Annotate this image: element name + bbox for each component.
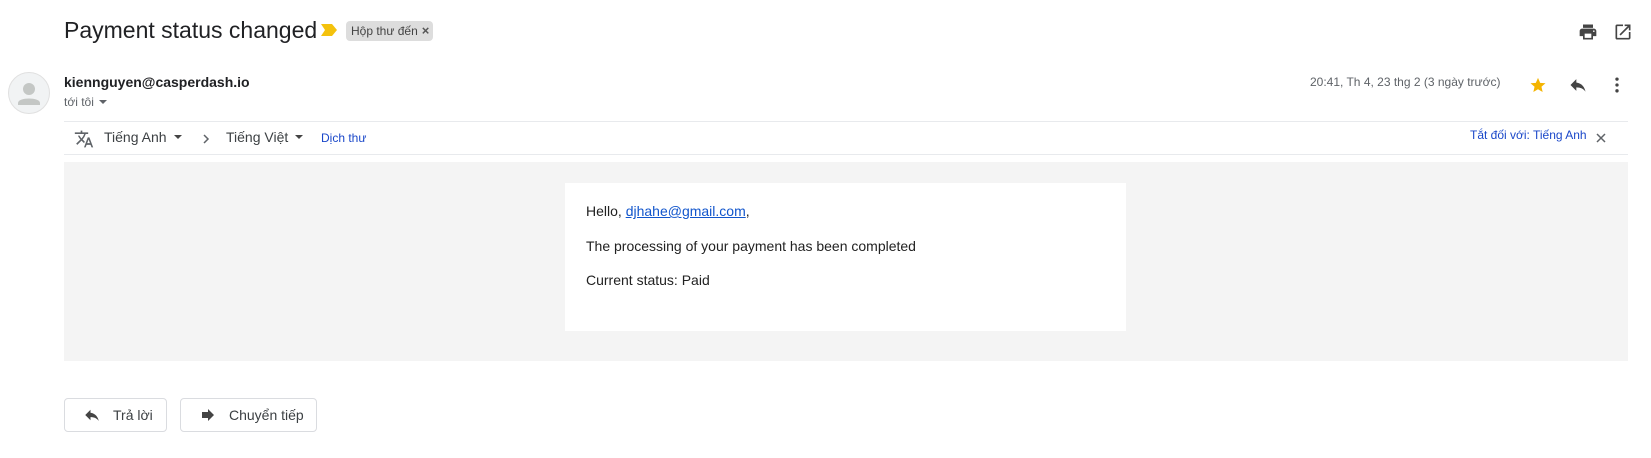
greeting-prefix: Hello, bbox=[586, 203, 626, 219]
source-language-label: Tiếng Anh bbox=[104, 129, 167, 145]
message-card: Hello, djhahe@gmail.com, The processing … bbox=[565, 183, 1126, 331]
translation-bar-top-divider bbox=[64, 121, 1628, 122]
greeting-suffix: , bbox=[745, 203, 750, 219]
target-language-select[interactable]: Tiếng Việt bbox=[226, 129, 304, 145]
print-icon[interactable] bbox=[1576, 20, 1600, 44]
recipient-label: tới tôi bbox=[64, 95, 94, 109]
close-icon[interactable] bbox=[1594, 131, 1608, 145]
open-in-new-window-icon[interactable] bbox=[1611, 20, 1635, 44]
star-icon[interactable] bbox=[1525, 72, 1551, 98]
reply-icon bbox=[85, 409, 99, 421]
forward-button-label: Chuyển tiếp bbox=[229, 407, 304, 423]
current-status-line: Current status: Paid bbox=[586, 272, 710, 288]
email-date: 20:41, Th 4, 23 thg 2 (3 ngày trước) bbox=[1310, 75, 1501, 89]
caret-down-icon[interactable] bbox=[98, 97, 108, 107]
reply-button[interactable]: Trả lời bbox=[64, 398, 167, 432]
payment-completed-line: The processing of your payment has been … bbox=[586, 238, 916, 254]
label-text: Hộp thư đến bbox=[351, 24, 418, 38]
reply-button-label: Trả lời bbox=[113, 407, 153, 423]
target-language-label: Tiếng Việt bbox=[226, 129, 289, 145]
caret-down-icon bbox=[295, 135, 304, 139]
avatar-person-icon bbox=[18, 83, 40, 105]
importance-marker-icon[interactable] bbox=[320, 22, 338, 38]
greeting-line: Hello, djhahe@gmail.com, bbox=[586, 203, 750, 219]
turn-off-translation-link[interactable]: Tắt đối với: Tiếng Anh bbox=[1470, 128, 1587, 142]
more-vert-icon[interactable] bbox=[1604, 72, 1630, 98]
reply-icon[interactable] bbox=[1565, 72, 1591, 98]
translate-message-link[interactable]: Dịch thư bbox=[321, 131, 366, 145]
sender-email[interactable]: kiennguyen@casperdash.io bbox=[64, 74, 250, 90]
chevron-right-icon bbox=[198, 131, 214, 147]
caret-down-icon bbox=[173, 135, 182, 139]
recipient-details[interactable]: tới tôi bbox=[64, 95, 108, 109]
translation-bar-bottom-divider bbox=[64, 154, 1628, 155]
recipient-email-link[interactable]: djhahe@gmail.com bbox=[626, 203, 746, 219]
close-icon[interactable]: × bbox=[422, 24, 430, 37]
inbox-label-chip: Hộp thư đến × bbox=[346, 21, 434, 41]
avatar[interactable] bbox=[8, 72, 50, 114]
forward-icon bbox=[202, 409, 214, 421]
email-subject: Payment status changed bbox=[64, 17, 318, 43]
source-language-select[interactable]: Tiếng Anh bbox=[104, 129, 183, 145]
translate-icon bbox=[72, 127, 96, 151]
forward-button[interactable]: Chuyển tiếp bbox=[180, 398, 317, 432]
